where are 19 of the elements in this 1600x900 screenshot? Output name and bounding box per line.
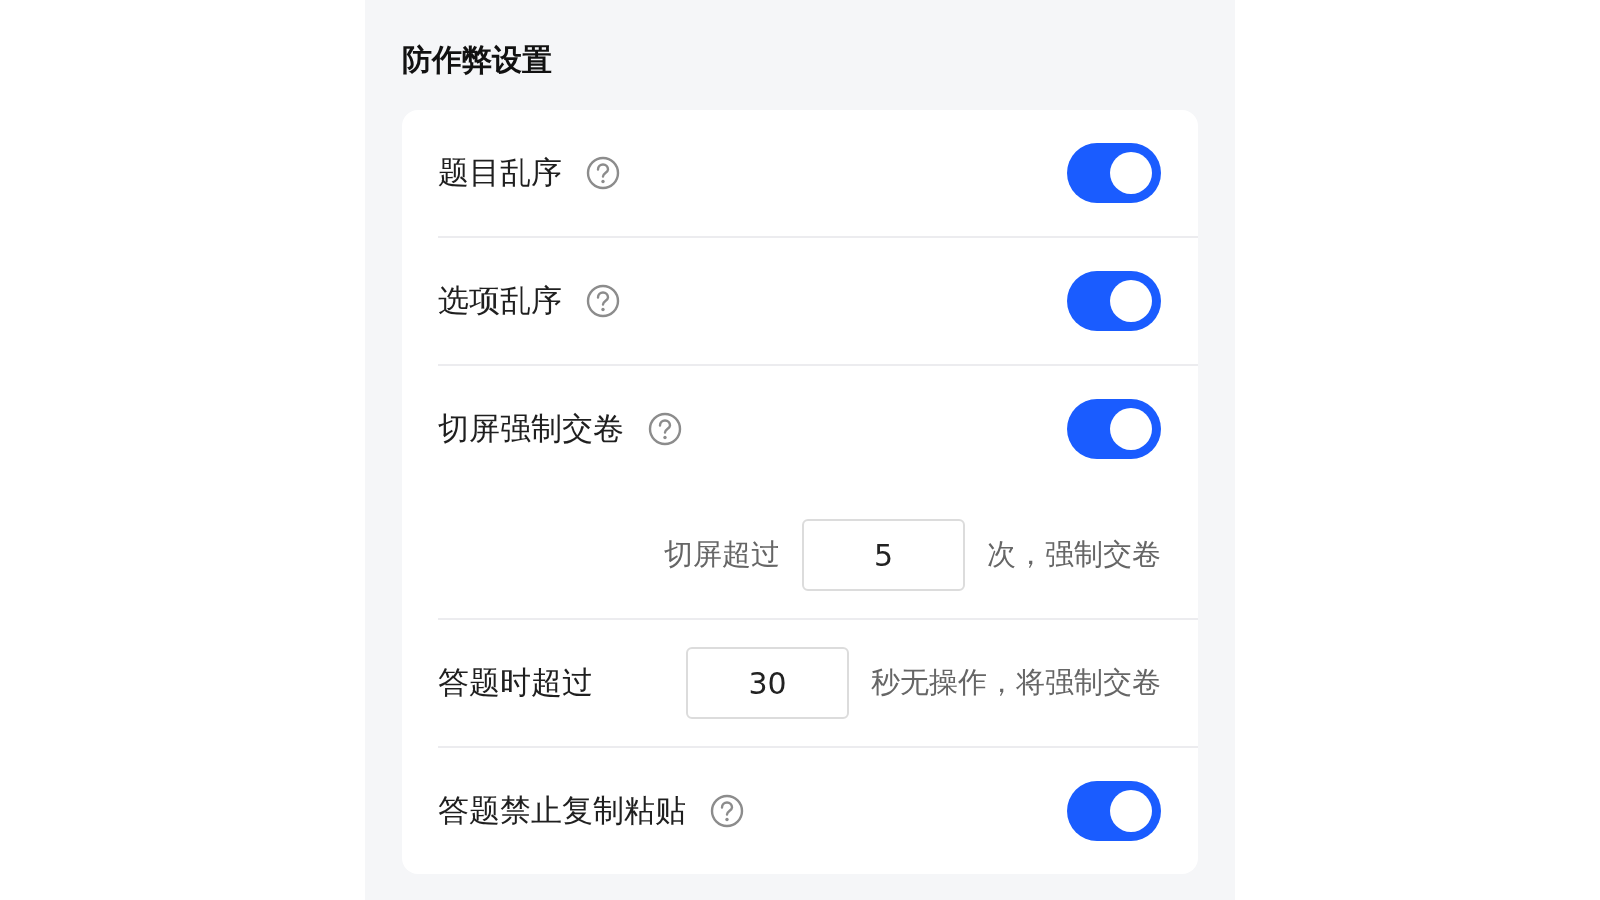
toggle-switch[interactable]: [1067, 781, 1161, 841]
setting-label: 切屏强制交卷: [438, 409, 624, 448]
detail-text: 切屏超过: [664, 536, 780, 573]
setting-label: 选项乱序: [438, 281, 562, 320]
setting-label: 题目乱序: [438, 153, 562, 192]
help-icon[interactable]: [586, 284, 620, 318]
toggle-switch[interactable]: [1067, 143, 1161, 203]
toggle-switch[interactable]: [1067, 399, 1161, 459]
toggle-switch[interactable]: [1067, 271, 1161, 331]
detail-text: 次，强制交卷: [987, 536, 1161, 573]
setting-label: 答题禁止复制粘贴: [438, 791, 686, 830]
input-field[interactable]: 30: [686, 647, 849, 719]
detail-text: 秒无操作，将强制交卷: [871, 664, 1161, 701]
setting-label: 答题时超过: [438, 663, 593, 702]
help-icon[interactable]: [586, 156, 620, 190]
help-icon[interactable]: [710, 794, 744, 828]
help-icon[interactable]: [648, 412, 682, 446]
section-title: 防作弊设置: [402, 41, 553, 79]
input-field[interactable]: 5: [802, 519, 965, 591]
